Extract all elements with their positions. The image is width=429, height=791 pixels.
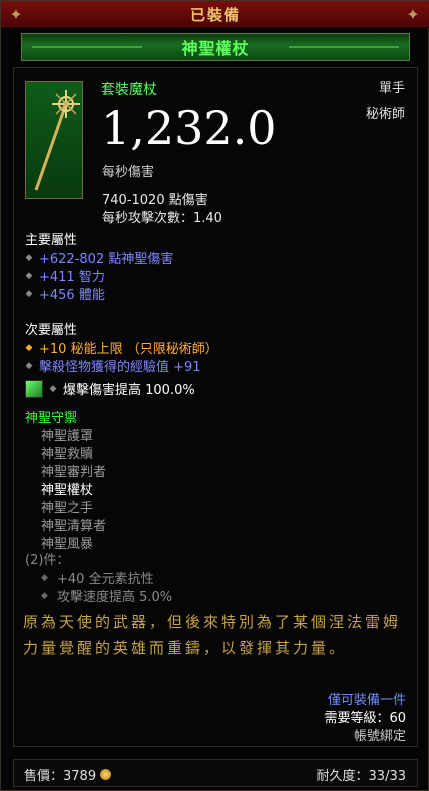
socket-row: ◆ 爆擊傷害提高 100.0% (25, 379, 195, 398)
dps-label: 每秒傷害 (102, 165, 155, 180)
bullet-icon: ◆ (25, 270, 33, 281)
equipped-header: 已裝備 (1, 1, 429, 28)
primary-stat: ◆ +622-802 點神聖傷害 (25, 252, 174, 267)
bullet-icon: ◆ (41, 572, 48, 583)
bullet-icon: ◆ (25, 252, 33, 263)
socket-bonus: 爆擊傷害提高 100.0% (63, 383, 195, 398)
account-bound: 帳號綁定 (353, 729, 406, 744)
item-name: 神聖權杖 (181, 39, 250, 58)
set-bonus: ◆ 攻擊速度提高 5.0% (41, 590, 173, 605)
equipped-label: 已裝備 (189, 5, 241, 24)
set-piece-equipped: 神聖權杖 (41, 483, 94, 498)
damage-range: 740-1020 點傷害 (102, 193, 208, 208)
set-piece: 神聖之手 (41, 501, 94, 516)
durability: 耐久度：33/33 (316, 769, 406, 784)
item-tooltip: 已裝備 ✦ ✦ 神聖權杖 套裝魔杖 單手 秘術師 1,232.0 每秒傷害 74… (0, 0, 429, 791)
gold-coin-icon (100, 769, 112, 780)
primary-stat: ◆ +411 智力 (25, 270, 105, 285)
primary-stats-title: 主要屬性 (25, 233, 78, 248)
bullet-icon: ◆ (25, 342, 33, 353)
item-class: 秘術師 (365, 107, 405, 122)
item-hand: 單手 (378, 81, 405, 96)
item-dps: 1,232.0 (101, 101, 277, 155)
set-piece: 神聖救贖 (41, 447, 94, 462)
item-type: 套裝魔杖 (101, 82, 157, 98)
set-bonus: ◆ +40 全元素抗性 (41, 572, 154, 587)
secondary-stat: ◆ 擊殺怪物獲得的經驗值 +91 (25, 360, 201, 375)
bullet-icon: ◆ (41, 590, 48, 601)
item-name-bar: 神聖權杖 (21, 33, 410, 61)
bullet-icon: ◆ (25, 288, 33, 299)
set-piece: 神聖審判者 (41, 465, 107, 480)
secondary-stats-title: 次要屬性 (25, 323, 78, 338)
bullet-icon: ◆ (25, 360, 33, 371)
required-level: 需要等級：60 (324, 711, 406, 726)
attack-speed: 每秒攻擊次數：1.40 (102, 211, 222, 226)
sell-price: 售價：3789 (24, 765, 112, 784)
primary-stat: ◆ +456 體能 (25, 288, 105, 303)
set-title: 神聖守禦 (25, 411, 78, 426)
corner-ornament-right-icon: ✦ (406, 4, 420, 24)
set-bonus-count: (2)件： (25, 553, 70, 568)
holy-scepter-icon (25, 81, 83, 199)
bullet-icon: ◆ (49, 383, 57, 394)
flavor-text: 原為天使的武器，但後來特別為了某個涅法雷姆力量覺醒的英雄而重鑄，以發揮其力量。 (23, 613, 402, 657)
equip-only-one: 僅可裝備一件 (327, 693, 406, 708)
secondary-stat: ◆ +10 秘能上限 （只限秘術師） (25, 342, 218, 357)
emerald-gem-icon (25, 379, 43, 398)
set-piece: 神聖護罩 (41, 429, 94, 444)
set-piece: 神聖清算者 (41, 519, 107, 534)
corner-ornament-left-icon: ✦ (9, 4, 23, 24)
